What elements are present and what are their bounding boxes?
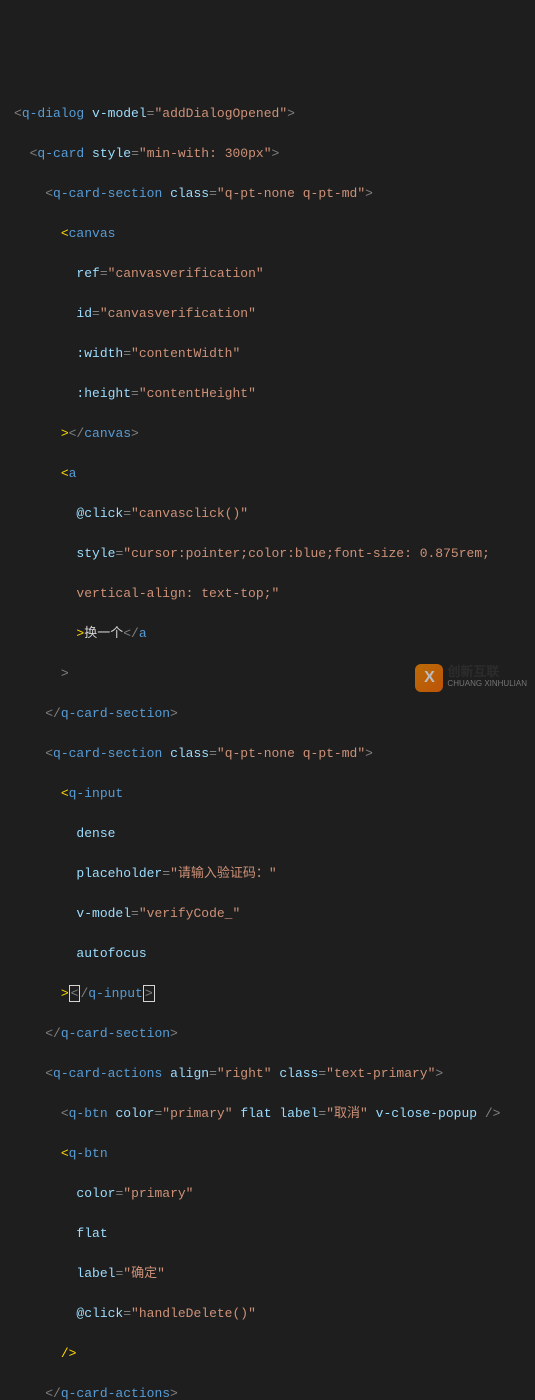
code-line[interactable]: autofocus <box>0 944 535 964</box>
watermark-text: 创新互联 CHUANG XINHULIAN <box>447 666 527 690</box>
code-line[interactable]: </q-card-section> <box>0 704 535 724</box>
code-line[interactable]: <q-card-actions align="right" class="tex… <box>0 1064 535 1084</box>
code-line[interactable]: style="cursor:pointer;color:blue;font-si… <box>0 544 535 564</box>
code-line[interactable]: label="确定" <box>0 1264 535 1284</box>
code-editor[interactable]: <q-dialog v-model="addDialogOpened"> <q-… <box>0 80 535 1400</box>
code-line[interactable]: <q-card-section class="q-pt-none q-pt-md… <box>0 744 535 764</box>
code-line[interactable]: color="primary" <box>0 1184 535 1204</box>
code-line[interactable]: vertical-align: text-top;" <box>0 584 535 604</box>
code-line[interactable]: <canvas <box>0 224 535 244</box>
code-line[interactable]: ref="canvasverification" <box>0 264 535 284</box>
code-line[interactable]: @click="handleDelete()" <box>0 1304 535 1324</box>
code-line[interactable]: </q-card-actions> <box>0 1384 535 1400</box>
code-line[interactable]: <q-card-section class="q-pt-none q-pt-md… <box>0 184 535 204</box>
code-line[interactable]: <q-dialog v-model="addDialogOpened"> <box>0 104 535 124</box>
code-line[interactable]: >换一个</a <box>0 624 535 644</box>
code-line[interactable]: @click="canvasclick()" <box>0 504 535 524</box>
code-line[interactable]: <q-card style="min-with: 300px"> <box>0 144 535 164</box>
watermark: 创新互联 CHUANG XINHULIAN <box>415 664 527 692</box>
code-line[interactable]: <q-input <box>0 784 535 804</box>
watermark-logo-icon <box>415 664 443 692</box>
code-line[interactable]: /> <box>0 1344 535 1364</box>
code-line[interactable]: flat <box>0 1224 535 1244</box>
code-line[interactable]: <q-btn color="primary" flat label="取消" v… <box>0 1104 535 1124</box>
code-line[interactable]: </q-card-section> <box>0 1024 535 1044</box>
code-line[interactable]: placeholder="请输入验证码：" <box>0 864 535 884</box>
code-line[interactable]: <q-btn <box>0 1144 535 1164</box>
watermark-en: CHUANG XINHULIAN <box>447 678 527 690</box>
code-line[interactable]: :height="contentHeight" <box>0 384 535 404</box>
code-line[interactable]: dense <box>0 824 535 844</box>
code-line[interactable]: v-model="verifyCode_" <box>0 904 535 924</box>
watermark-cn: 创新互联 <box>447 666 527 678</box>
code-line[interactable]: ></q-input> <box>0 984 535 1004</box>
code-line[interactable]: id="canvasverification" <box>0 304 535 324</box>
code-line[interactable]: :width="contentWidth" <box>0 344 535 364</box>
code-line[interactable]: <a <box>0 464 535 484</box>
code-line[interactable]: ></canvas> <box>0 424 535 444</box>
